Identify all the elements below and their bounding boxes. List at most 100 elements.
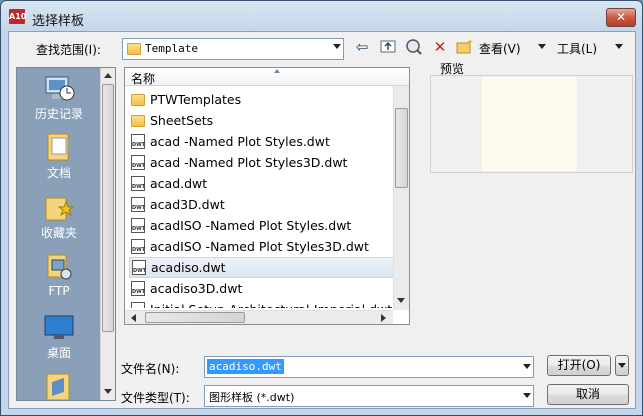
file-name: acadISO -Named Plot Styles3D.dwt bbox=[150, 239, 369, 254]
filename-value: acadiso.dwt bbox=[207, 359, 284, 374]
filename-input[interactable]: acadiso.dwt bbox=[204, 356, 534, 378]
view-menu[interactable]: 查看(V) bbox=[479, 40, 521, 57]
dwt-file-icon: DWT bbox=[131, 176, 145, 191]
dwt-file-icon: DWT bbox=[132, 260, 146, 275]
scroll-down-icon[interactable] bbox=[397, 298, 405, 303]
list-item[interactable]: DWT acad3D.dwt bbox=[129, 194, 407, 215]
chevron-down-icon[interactable] bbox=[523, 364, 531, 369]
place-label: FTP bbox=[48, 284, 70, 298]
cancel-button[interactable]: 取消 bbox=[547, 384, 629, 405]
lookin-label: 查找范围(I): bbox=[36, 43, 101, 57]
file-name: acad3D.dwt bbox=[150, 197, 225, 212]
preview-pane bbox=[430, 75, 633, 173]
scroll-thumb[interactable] bbox=[145, 312, 245, 323]
history-icon bbox=[42, 73, 76, 103]
list-item[interactable]: DWT acad.dwt bbox=[129, 173, 407, 194]
file-list-vscrollbar[interactable] bbox=[393, 86, 409, 310]
filename-label: 文件名(N): bbox=[121, 362, 180, 376]
tools-dropdown-icon[interactable] bbox=[615, 44, 623, 49]
file-name: PTWTemplates bbox=[150, 92, 242, 107]
dwt-file-icon: DWT bbox=[131, 239, 145, 254]
ftp-icon bbox=[42, 252, 76, 282]
list-item[interactable]: DWT acadiso3D.dwt bbox=[129, 278, 407, 299]
list-item-selected[interactable]: DWT acadiso.dwt bbox=[129, 257, 407, 278]
file-list: 名称 PTWTemplates SheetSets DWT acad -Name… bbox=[124, 67, 410, 325]
scroll-thumb[interactable] bbox=[395, 108, 408, 188]
list-item[interactable]: DWT acadISO -Named Plot Styles3D.dwt bbox=[129, 236, 407, 257]
places-sidebar: 历史记录 文档 收藏夹 FTP 桌面 bbox=[16, 67, 116, 401]
place-history[interactable]: 历史记录 bbox=[23, 73, 95, 122]
file-name: acadiso.dwt bbox=[151, 260, 226, 275]
file-name: SheetSets bbox=[150, 113, 214, 128]
list-item[interactable]: DWT acad -Named Plot Styles.dwt bbox=[129, 131, 407, 152]
place-label: 桌面 bbox=[46, 346, 71, 360]
favorites-icon bbox=[42, 192, 76, 222]
file-name: acad.dwt bbox=[150, 176, 208, 191]
chevron-down-icon bbox=[523, 393, 531, 398]
chevron-down-icon bbox=[618, 363, 626, 368]
folder-icon bbox=[127, 43, 141, 55]
preview-image bbox=[482, 77, 577, 171]
documents-icon bbox=[42, 132, 76, 162]
file-name: Initial Setup-Architectural-Imperial.dwt bbox=[150, 299, 392, 308]
view-dropdown-icon[interactable] bbox=[538, 44, 546, 49]
dwt-file-icon: DWT bbox=[131, 302, 145, 308]
search-web-icon[interactable] bbox=[404, 38, 424, 56]
column-header-name[interactable]: 名称 bbox=[125, 68, 409, 86]
scroll-thumb[interactable] bbox=[102, 84, 114, 332]
filetype-value: 图形样板 (*.dwt) bbox=[209, 391, 295, 404]
filetype-dropdown[interactable]: 图形样板 (*.dwt) bbox=[204, 385, 534, 407]
list-item[interactable]: SheetSets bbox=[129, 110, 407, 131]
filetype-label: 文件类型(T): bbox=[121, 391, 190, 405]
lookin-dropdown[interactable]: Template bbox=[122, 38, 344, 60]
close-button[interactable]: ✕ bbox=[606, 8, 636, 27]
select-template-dialog: A10 选择样板 ✕ 查找范围(I): Template ⇦ ✕ 查看(V) 工… bbox=[0, 0, 643, 416]
dwt-file-icon: DWT bbox=[131, 155, 145, 170]
file-name: acadiso3D.dwt bbox=[150, 281, 243, 296]
open-button[interactable]: 打开(O) bbox=[547, 355, 611, 376]
column-header-label: 名称 bbox=[131, 72, 156, 86]
desktop-icon bbox=[42, 312, 76, 342]
chevron-down-icon bbox=[333, 44, 341, 49]
title-bar[interactable]: A10 选择样板 ✕ bbox=[1, 1, 642, 31]
scroll-down-icon[interactable] bbox=[104, 389, 112, 394]
back-icon[interactable]: ⇦ bbox=[352, 38, 372, 56]
list-item[interactable]: PTWTemplates bbox=[129, 89, 407, 110]
list-item[interactable]: DWT acad -Named Plot Styles3D.dwt bbox=[129, 152, 407, 173]
place-label: 收藏夹 bbox=[40, 226, 77, 240]
scroll-right-icon[interactable] bbox=[381, 314, 386, 322]
folder-icon bbox=[131, 94, 145, 106]
file-name: acadISO -Named Plot Styles.dwt bbox=[150, 218, 352, 233]
up-folder-icon[interactable] bbox=[378, 38, 398, 56]
list-item[interactable]: DWT acadISO -Named Plot Styles.dwt bbox=[129, 215, 407, 236]
place-more[interactable] bbox=[23, 370, 95, 402]
dwt-file-icon: DWT bbox=[131, 197, 145, 212]
place-label: 历史记录 bbox=[34, 107, 83, 121]
preview-label: 预览 bbox=[440, 62, 465, 76]
place-documents[interactable]: 文档 bbox=[23, 132, 95, 181]
autocad-app-icon: A10 bbox=[9, 9, 26, 24]
scroll-up-icon[interactable] bbox=[104, 73, 112, 78]
folder-icon bbox=[131, 115, 145, 127]
dwt-file-icon: DWT bbox=[131, 218, 145, 233]
places-scrollbar[interactable] bbox=[100, 68, 115, 400]
lookin-value: Template bbox=[145, 42, 198, 55]
sort-ascending-icon bbox=[274, 69, 280, 73]
file-name: acad -Named Plot Styles3D.dwt bbox=[150, 155, 348, 170]
place-label: 文档 bbox=[46, 166, 71, 180]
file-list-hscrollbar[interactable] bbox=[125, 310, 393, 324]
dialog-body: 查找范围(I): Template ⇦ ✕ 查看(V) 工具(L) 历史记录 文… bbox=[8, 31, 636, 409]
open-options-button[interactable] bbox=[615, 355, 629, 376]
file-name: acad -Named Plot Styles.dwt bbox=[150, 134, 330, 149]
scroll-left-icon[interactable] bbox=[131, 314, 136, 322]
delete-icon[interactable]: ✕ bbox=[430, 38, 450, 56]
folder-icon bbox=[42, 370, 76, 401]
list-item[interactable]: DWT Initial Setup-Architectural-Imperial… bbox=[129, 299, 407, 308]
place-desktop[interactable]: 桌面 bbox=[23, 312, 95, 361]
dwt-file-icon: DWT bbox=[131, 134, 145, 149]
place-ftp[interactable]: FTP bbox=[23, 252, 95, 298]
tools-menu[interactable]: 工具(L) bbox=[557, 40, 597, 57]
new-folder-icon[interactable] bbox=[455, 38, 475, 56]
dwt-file-icon: DWT bbox=[131, 281, 145, 296]
place-favorites[interactable]: 收藏夹 bbox=[23, 192, 95, 241]
